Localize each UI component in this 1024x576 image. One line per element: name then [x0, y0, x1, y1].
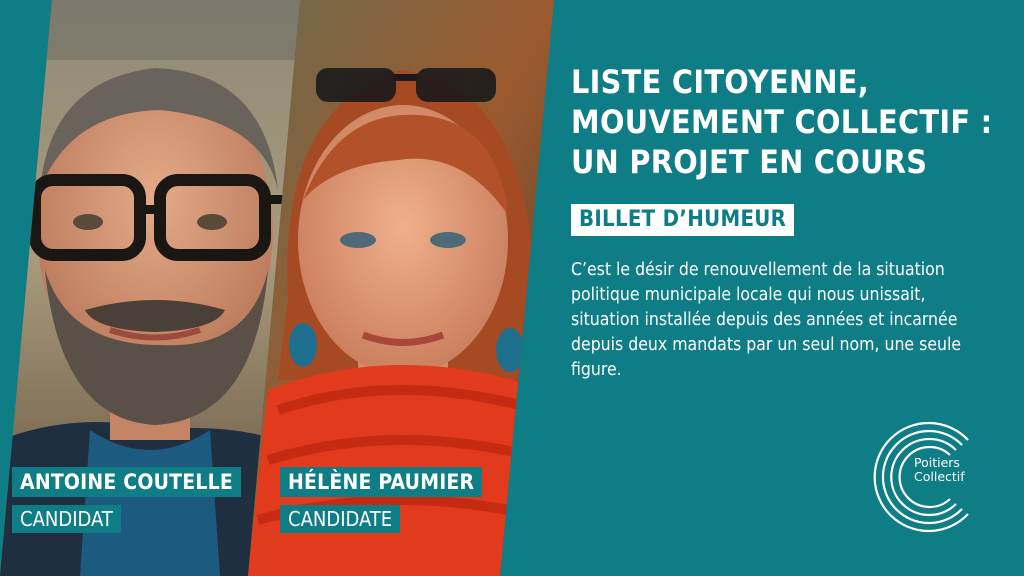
headline-line: MOUVEMENT COLLECTIF : — [571, 103, 993, 141]
headline-line: UN PROJET EN COURS — [571, 143, 928, 181]
headline: LISTE CITOYENNE, MOUVEMENT COLLECTIF : U… — [571, 62, 1011, 182]
name-tag-antoine: ANTOINE COUTELLE CANDIDAT — [12, 467, 241, 533]
person-role: CANDIDATE — [280, 505, 401, 533]
poitiers-collectif-logo: Poitiers Collectif — [870, 418, 980, 536]
person-name: HÉLÈNE PAUMIER — [280, 467, 483, 497]
logo-line-2: Collectif — [914, 469, 965, 484]
person-role: CANDIDAT — [12, 505, 121, 533]
body-paragraph: C’est le désir de renouvellement de la s… — [571, 260, 962, 380]
visual-card: ANTOINE COUTELLE CANDIDAT HÉLÈNE PAUMIER… — [0, 0, 1024, 576]
logo-line-1: Poitiers — [914, 455, 960, 470]
category-badge: BILLET D’HUMEUR — [571, 204, 795, 236]
person-name: ANTOINE COUTELLE — [12, 467, 241, 497]
logo-text: Poitiers Collectif — [914, 456, 965, 484]
name-tag-helene: HÉLÈNE PAUMIER CANDIDATE — [280, 467, 483, 533]
headline-line: LISTE CITOYENNE, — [571, 63, 870, 101]
